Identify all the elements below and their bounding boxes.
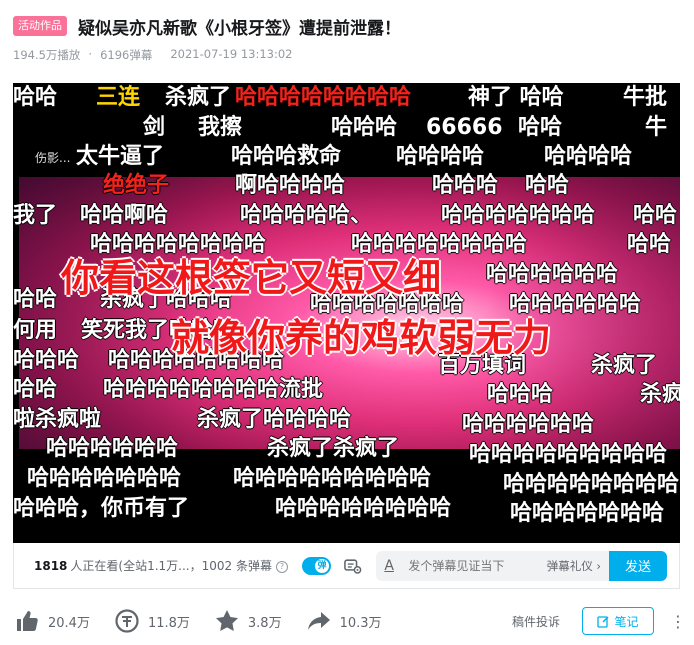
danmaku: 哈哈哈哈哈哈 — [46, 436, 179, 461]
favorite-count: 3.8万 — [247, 615, 282, 631]
danmaku-input-wrapper: A 弹幕礼仪 › — [376, 550, 609, 581]
notes-label: 笔记 — [614, 614, 639, 629]
coin-icon — [115, 609, 139, 633]
coin-button[interactable]: 11.8万 — [114, 608, 190, 634]
danmaku-input[interactable] — [408, 558, 529, 573]
share-count: 10.3万 — [339, 615, 382, 631]
danmaku: 哈哈哈哈哈哈哈 — [510, 501, 665, 526]
danmaku: 哈哈哈 — [432, 173, 499, 198]
edit-note-icon — [597, 615, 610, 628]
viewer-count: 1818 — [34, 559, 68, 573]
danmaku: 哈哈哈哈哈哈 — [509, 292, 642, 317]
favorite-button[interactable]: 3.8万 — [214, 608, 282, 634]
like-count: 20.4万 — [48, 615, 90, 631]
danmaku: 哈哈 — [525, 173, 570, 198]
danmaku: 啊哈哈哈哈 — [235, 173, 346, 198]
font-style-icon[interactable]: A — [384, 558, 400, 574]
viewer-stats: 1818 人正在看(全站1.1万...，1002 条弹幕? — [34, 557, 288, 574]
danmaku: 杀疯了 — [591, 353, 658, 378]
danmaku: 哈哈哈哈 — [396, 144, 485, 169]
danmaku: 哈哈哈哈哈哈 — [486, 262, 619, 287]
video-header: 活动作品 疑似吴亦凡新歌《小根牙签》遭提前泄露！ 194.5万播放 · 6196… — [13, 14, 681, 63]
help-icon[interactable]: ? — [275, 560, 288, 573]
danmaku: 牛批 — [623, 85, 668, 110]
danmaku: 哈哈 — [627, 232, 672, 257]
danmaku-toggle[interactable]: 弹 — [301, 556, 331, 575]
danmaku: 何用 — [13, 318, 58, 343]
share-arrow-icon — [307, 612, 330, 630]
danmaku: 哈哈哈哈哈哈哈哈 — [351, 232, 528, 257]
danmaku-control-bar: 1818人正在看(全站1.1万...，1002 条弹幕? 弹 A 弹幕礼仪 › … — [13, 543, 680, 589]
video-meta: 194.5万播放 · 6196弹幕 2021-07-19 13:13:02 — [13, 47, 681, 63]
report-link[interactable]: 稿件投诉 — [512, 613, 560, 630]
danmaku: 哈哈哈哈哈、 — [240, 203, 373, 228]
danmaku-settings-icon[interactable] — [343, 556, 362, 576]
danmaku: 哈哈哈 — [487, 382, 554, 407]
danmaku: 我擦 — [198, 115, 243, 140]
like-button[interactable]: 20.4万 — [14, 608, 90, 634]
more-options-icon[interactable]: ⋮ — [670, 612, 686, 631]
danmaku: 太牛逼了 — [76, 144, 165, 169]
meta-separator: · — [88, 47, 93, 61]
notes-button[interactable]: 笔记 — [582, 607, 654, 635]
lyric-caption-line1: 你看这根签它又短又细 — [61, 256, 442, 300]
video-watermark: 伤影... — [35, 151, 71, 165]
danmaku: 三连 — [96, 85, 141, 110]
danmaku: 哈哈哈哈哈哈哈哈哈 — [233, 466, 432, 491]
danmaku: 哈哈哈哈哈哈哈哈 — [90, 232, 267, 257]
danmaku: 啦杀疯啦 — [13, 407, 102, 432]
coin-count: 11.8万 — [147, 615, 190, 631]
danmaku: 哈哈哈哈哈哈哈哈流批 — [103, 377, 324, 402]
danmaku: 哈哈 — [633, 203, 678, 228]
danmaku: 哈哈哈哈哈哈哈哈哈 — [469, 442, 668, 467]
viewer-text: 人正在看(全站1.1万...，1002 条弹幕 — [70, 559, 272, 573]
danmaku: 哈哈哈 — [13, 348, 80, 373]
danmaku: 我了 — [13, 203, 58, 228]
danmaku: 哈哈哈哈哈哈哈哈 — [235, 85, 412, 110]
share-button[interactable]: 10.3万 — [306, 608, 382, 634]
activity-tag[interactable]: 活动作品 — [13, 16, 67, 36]
title-row: 活动作品 疑似吴亦凡新歌《小根牙签》遭提前泄露！ — [13, 14, 681, 39]
lyric-caption-line2: 就像你养的鸡软弱无力 — [171, 316, 552, 360]
thumbs-up-icon — [17, 611, 38, 631]
danmaku: 哈哈哈哈哈哈哈 — [27, 466, 182, 491]
danmaku: 哈哈啊哈 — [80, 203, 169, 228]
danmaku: 哈哈 — [518, 115, 563, 140]
danmaku: 哈哈 — [13, 85, 58, 110]
danmaku: 哈哈哈哈哈哈哈 — [441, 203, 596, 228]
video-toolbar: 20.4万 11.8万 3.8万 10.3万 稿件投诉 笔记 ⋮ — [14, 606, 686, 636]
danmaku: 哈哈哈哈哈哈 — [462, 412, 595, 437]
danmaku: 杀疯了杀疯了 — [267, 436, 400, 461]
danmaku: 哈哈哈哈 — [544, 144, 633, 169]
send-button[interactable]: 发送 — [608, 550, 668, 581]
danmaku: 哈哈 — [13, 377, 58, 402]
danmaku: 哈哈哈 — [331, 115, 398, 140]
danmaku-count: 6196弹幕 — [100, 48, 153, 62]
star-icon — [215, 610, 238, 631]
danmaku: 哈哈哈哈哈哈哈哈 — [275, 496, 452, 521]
publish-date: 2021-07-19 13:13:02 — [170, 47, 293, 61]
danmaku: 杀疯了 — [165, 85, 232, 110]
danmaku: 杀疯了哈哈哈哈 — [197, 407, 352, 432]
danmaku-toggle-label: 弹 — [315, 558, 329, 573]
danmaku: 剑 — [143, 115, 166, 140]
danmaku: 哈哈 — [13, 287, 58, 312]
danmaku-etiquette-link[interactable]: 弹幕礼仪 › — [547, 558, 601, 574]
danmaku: 杀疯 — [640, 382, 680, 407]
danmaku: 哈哈哈哈哈哈哈哈 — [503, 472, 680, 497]
danmaku: 哈哈哈，你币有了 — [13, 496, 190, 521]
danmaku: 66666 — [426, 115, 503, 140]
danmaku: 哈哈哈救命 — [231, 144, 342, 169]
play-count: 194.5万播放 — [13, 48, 81, 62]
video-title: 疑似吴亦凡新歌《小根牙签》遭提前泄露！ — [78, 18, 401, 39]
danmaku: 神了 哈哈 — [468, 85, 564, 110]
video-player[interactable]: 伤影... 哈哈 三连 杀疯了 哈哈哈哈哈哈哈哈 神了 哈哈 牛批 剑 我擦 哈… — [13, 83, 680, 543]
danmaku: 绝绝子 — [103, 173, 170, 198]
danmaku: 牛 — [645, 115, 668, 140]
